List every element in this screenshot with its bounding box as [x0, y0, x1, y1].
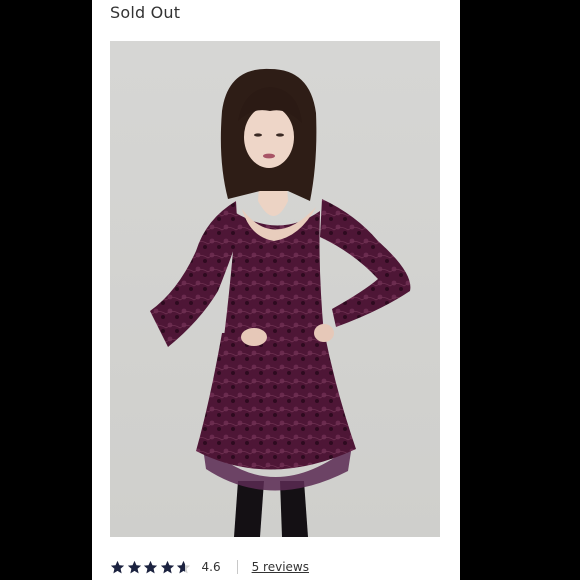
- star-full-icon: [127, 560, 141, 573]
- product-photo[interactable]: [110, 41, 440, 537]
- dress-model-illustration: [110, 41, 440, 537]
- star-full-icon: [110, 560, 125, 573]
- star-full-icon: [160, 560, 174, 573]
- divider: [236, 560, 238, 574]
- star-rating: [110, 560, 193, 575]
- product-page: Sold Out 4.6 5 reviews: [92, 0, 460, 580]
- star-partial-icon: [176, 560, 191, 573]
- reviews-link[interactable]: 5 reviews: [252, 560, 309, 574]
- sold-out-label: Sold Out: [110, 3, 181, 22]
- rating-row: 4.6 5 reviews: [110, 557, 309, 577]
- star-full-icon: [143, 560, 158, 573]
- rating-value: 4.6: [201, 560, 221, 574]
